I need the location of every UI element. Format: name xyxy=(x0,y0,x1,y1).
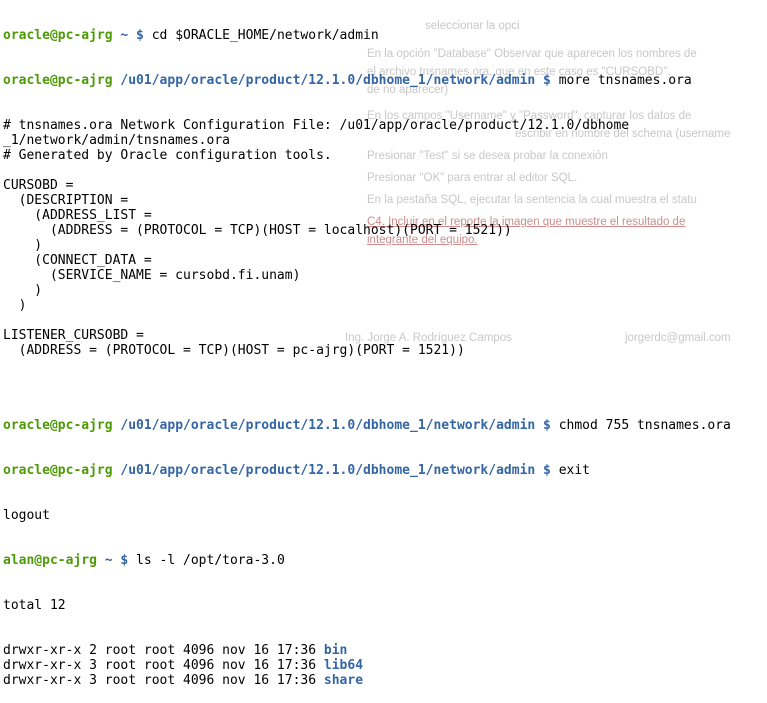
listing-row: drwxr-xr-x 2 root root 4096 nov 16 17:36… xyxy=(3,643,767,658)
output-line: ) xyxy=(3,283,43,298)
prompt-path: /u01/app/oracle/product/12.1.0/dbhome_1/… xyxy=(120,73,551,88)
prompt-user: alan@pc-ajrg xyxy=(3,553,97,568)
command-text: ls -l /opt/tora-3.0 xyxy=(128,553,285,568)
terminal-window[interactable]: oracle@pc-ajrg ~ $ cd $ORACLE_HOME/netwo… xyxy=(3,0,767,688)
total-text: total 12 xyxy=(3,598,66,613)
prompt-line: alan@pc-ajrg ~ $ ls -l /opt/tora-3.0 xyxy=(3,553,767,568)
output-line: (ADDRESS = (PROTOCOL = TCP)(HOST = local… xyxy=(3,223,512,238)
command-text: cd $ORACLE_HOME/network/admin xyxy=(143,28,379,43)
output-line: # Generated by Oracle configuration tool… xyxy=(3,148,332,163)
prompt-user: oracle@pc-ajrg xyxy=(3,28,113,43)
listing-row: drwxr-xr-x 3 root root 4096 nov 16 17:36… xyxy=(3,658,767,673)
listing-meta: drwxr-xr-x 3 root root 4096 nov 16 17:36 xyxy=(3,673,324,688)
prompt-user: oracle@pc-ajrg xyxy=(3,73,113,88)
output-line: ) xyxy=(3,298,27,313)
prompt-path: ~ $ xyxy=(120,28,144,43)
prompt-user: oracle@pc-ajrg xyxy=(3,418,113,433)
directory-name: share xyxy=(323,673,364,688)
output-line: (SERVICE_NAME = cursobd.fi.unam) xyxy=(3,268,301,283)
output-line: # tnsnames.ora Network Configuration Fil… xyxy=(3,118,630,133)
prompt-user: oracle@pc-ajrg xyxy=(3,463,113,478)
command-text: chmod 755 tnsnames.ora xyxy=(550,418,731,433)
output-line: CURSOBD = xyxy=(3,178,74,193)
listing-row: drwxr-xr-x 3 root root 4096 nov 16 17:36… xyxy=(3,673,767,688)
output-line: (ADDRESS = (PROTOCOL = TCP)(HOST = pc-aj… xyxy=(3,343,465,358)
output-line: _1/network/admin/tnsnames.ora xyxy=(3,133,230,148)
logout-text: logout xyxy=(3,508,50,523)
prompt-path: /u01/app/oracle/product/12.1.0/dbhome_1/… xyxy=(120,463,551,478)
output-line: (DESCRIPTION = xyxy=(3,193,129,208)
output-line: (CONNECT_DATA = xyxy=(3,253,152,268)
prompt-line: oracle@pc-ajrg /u01/app/oracle/product/1… xyxy=(3,418,767,433)
listing-meta: drwxr-xr-x 2 root root 4096 nov 16 17:36 xyxy=(3,643,324,658)
prompt-path: ~ $ xyxy=(104,553,129,568)
prompt-path: /u01/app/oracle/product/12.1.0/dbhome_1/… xyxy=(120,418,551,433)
directory-listing: drwxr-xr-x 2 root root 4096 nov 16 17:36… xyxy=(3,643,767,688)
command-text: exit xyxy=(550,463,591,478)
output-line: LISTENER_CURSOBD = xyxy=(3,328,144,343)
directory-name: lib64 xyxy=(323,658,364,673)
prompt-line: oracle@pc-ajrg /u01/app/oracle/product/1… xyxy=(3,463,767,478)
output-line: (ADDRESS_LIST = xyxy=(3,208,152,223)
command-text: more tnsnames.ora xyxy=(550,73,692,88)
prompt-line: oracle@pc-ajrg ~ $ cd $ORACLE_HOME/netwo… xyxy=(3,28,767,43)
output-line: ) xyxy=(3,238,43,253)
directory-name: bin xyxy=(323,643,348,658)
file-output: # tnsnames.ora Network Configuration Fil… xyxy=(3,118,767,388)
prompt-line: oracle@pc-ajrg /u01/app/oracle/product/1… xyxy=(3,73,767,88)
listing-meta: drwxr-xr-x 3 root root 4096 nov 16 17:36 xyxy=(3,658,324,673)
